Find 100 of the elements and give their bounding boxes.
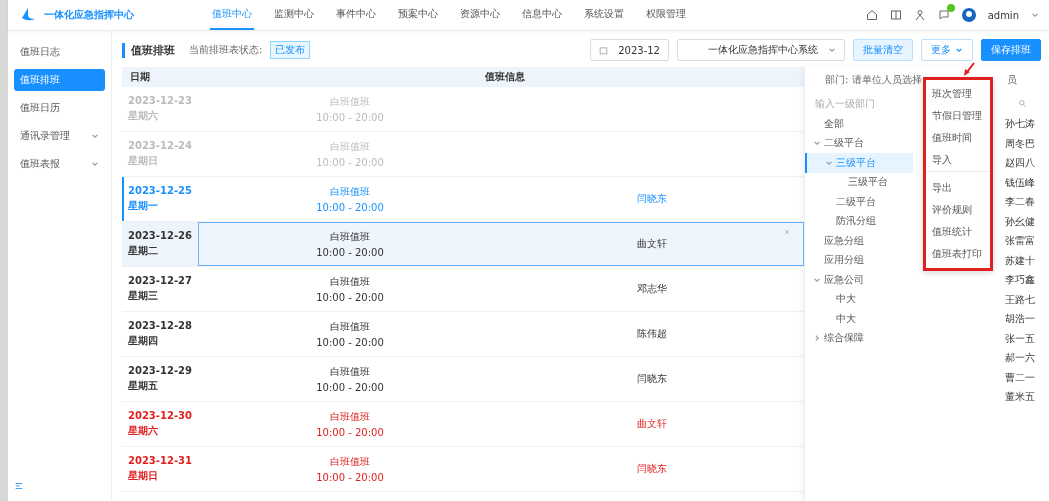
- tree-node[interactable]: 二级平台: [805, 133, 913, 153]
- sidebar-item[interactable]: 通讯录管理: [14, 125, 105, 147]
- nav-tab[interactable]: 信息中心: [520, 0, 564, 30]
- column-header: 值班信息: [484, 70, 525, 84]
- close-icon[interactable]: [783, 228, 791, 236]
- tree-node[interactable]: 中大: [805, 289, 913, 309]
- person-item[interactable]: 曹二一: [1005, 367, 1035, 387]
- person-item[interactable]: 李巧鑫: [1005, 270, 1035, 290]
- person-item[interactable]: 周冬巴: [1005, 133, 1035, 153]
- shift-time: 10:00 - 20:00: [316, 157, 384, 168]
- person-item[interactable]: 张雷富: [1005, 231, 1035, 251]
- person-item[interactable]: 赵四八: [1005, 153, 1035, 173]
- tree-node[interactable]: 三级平台: [805, 172, 913, 192]
- collapse-icon[interactable]: [14, 481, 24, 491]
- shift-time: 10:00 - 20:00: [316, 472, 384, 483]
- shift-name: 白班值班: [330, 365, 370, 379]
- shift-time: 10:00 - 20:00: [316, 337, 384, 348]
- date-text: 2023-12-31: [128, 455, 193, 466]
- person-item[interactable]: 胡浩一: [1005, 309, 1035, 329]
- menu-item[interactable]: 值班表打印: [926, 243, 990, 265]
- menu-item[interactable]: 导出: [926, 177, 990, 199]
- person-item[interactable]: 孙七涛: [1005, 114, 1035, 134]
- person-item[interactable]: 郝一六: [1005, 348, 1035, 368]
- menu-item[interactable]: 导入: [926, 149, 990, 172]
- shift-slot[interactable]: 白班值班 10:00 - 20:00 邓志华: [198, 267, 804, 311]
- person-name: 邓志华: [637, 282, 667, 296]
- menu-item[interactable]: 节假日管理: [926, 105, 990, 127]
- person-item[interactable]: 苏建十: [1005, 250, 1035, 270]
- shift-name: 白班值班: [330, 320, 370, 334]
- shift-slot[interactable]: 白班值班 10:00 - 20:00 曲文轩: [198, 402, 804, 446]
- tree-node[interactable]: 综合保障: [805, 328, 913, 348]
- weekday-text: 星期五: [128, 379, 159, 393]
- weekday-text: 星期六: [128, 424, 159, 438]
- person-item[interactable]: 钱伍峰: [1005, 172, 1035, 192]
- shift-name: 白班值班: [330, 230, 370, 244]
- shift-name: 白班值班: [330, 185, 370, 199]
- shift-name: 白班值班: [330, 275, 370, 289]
- page-title: 值班排班: [122, 42, 175, 58]
- shift-time: 10:00 - 20:00: [316, 202, 384, 213]
- date-text: 2023-12-26: [128, 230, 193, 241]
- nav-tab[interactable]: 资源中心: [458, 0, 502, 30]
- menu-item[interactable]: 班次管理: [926, 83, 990, 105]
- nav-tab[interactable]: 权限管理: [644, 0, 688, 30]
- person-item[interactable]: 孙幺健: [1005, 211, 1035, 231]
- nav-tab[interactable]: 预案中心: [396, 0, 440, 30]
- book-icon[interactable]: [889, 9, 902, 21]
- person-item[interactable]: 王路七: [1005, 289, 1035, 309]
- shift-slot[interactable]: 白班值班 10:00 - 20:00 陈伟超: [198, 312, 804, 356]
- user-icon[interactable]: [913, 9, 926, 21]
- nav-tab[interactable]: 事件中心: [334, 0, 378, 30]
- shift-name: 白班值班: [330, 410, 370, 424]
- shift-time: 10:00 - 20:00: [316, 292, 384, 303]
- menu-item[interactable]: 评价规则: [926, 199, 990, 221]
- status-label: 当前排班表状态:: [189, 43, 263, 57]
- shift-slot[interactable]: 白班值班 10:00 - 20:00 闫晓东: [198, 447, 804, 491]
- search-icon[interactable]: [1018, 99, 1027, 108]
- weekday-text: 星期六: [128, 109, 159, 123]
- sidebar-item[interactable]: 值班日志: [14, 41, 105, 63]
- person-name: 闫晓东: [637, 372, 667, 386]
- person-name: 曲文轩: [637, 417, 667, 431]
- picker-header-tail: 员: [1007, 73, 1017, 87]
- shift-slot[interactable]: 白班值班 10:00 - 20:00 曲文轩: [198, 222, 804, 266]
- tree-node[interactable]: 应急公司: [805, 270, 913, 290]
- shift-time: 10:00 - 20:00: [316, 382, 384, 393]
- menu-item[interactable]: 值班时间: [926, 127, 990, 149]
- tree-node[interactable]: 应用分组: [805, 250, 913, 270]
- sidebar-item[interactable]: 值班表报: [14, 153, 105, 175]
- person-item[interactable]: 李二春: [1005, 192, 1035, 212]
- date-text: 2023-12-24: [128, 140, 193, 151]
- unit-select[interactable]: 一体化应急指挥中心系统: [677, 39, 845, 61]
- date-text: 2023-12-25: [128, 185, 193, 196]
- date-text: 2023-12-23: [128, 95, 193, 106]
- tree-node[interactable]: 防汛分组: [805, 211, 913, 231]
- nav-tab[interactable]: 监测中心: [272, 0, 316, 30]
- status-tag: 已发布: [270, 41, 311, 59]
- sidebar-item[interactable]: 值班日历: [14, 97, 105, 119]
- month-field[interactable]: 2023-12: [590, 39, 669, 61]
- shift-time: 10:00 - 20:00: [316, 247, 384, 258]
- shift-slot[interactable]: 白班值班 10:00 - 20:00 闫晓东: [198, 357, 804, 401]
- tree-node[interactable]: 应急分组: [805, 231, 913, 251]
- avatar-icon[interactable]: [961, 8, 976, 22]
- shift-time: 10:00 - 20:00: [316, 427, 384, 438]
- column-header: 日期: [129, 70, 150, 84]
- nav-tab[interactable]: 系统设置: [582, 0, 626, 30]
- weekday-text: 星期日: [128, 154, 159, 168]
- caret-icon: [955, 46, 963, 54]
- weekday-text: 星期四: [128, 334, 159, 348]
- tree-node[interactable]: 全部: [805, 114, 913, 134]
- menu-item[interactable]: 值班统计: [926, 221, 990, 243]
- tree-node[interactable]: 二级平台: [805, 192, 913, 212]
- person-name: 闫晓东: [637, 192, 667, 206]
- user-name[interactable]: admin: [987, 9, 1019, 21]
- weekday-text: 星期二: [128, 244, 159, 258]
- weekday-text: 星期三: [128, 289, 159, 303]
- person-name: 陈伟超: [637, 327, 667, 341]
- person-item[interactable]: 董米五: [1005, 387, 1035, 407]
- person-item[interactable]: 张一五: [1005, 328, 1035, 348]
- home-icon[interactable]: [865, 9, 878, 21]
- chat-icon[interactable]: [937, 9, 950, 21]
- tree-node[interactable]: 中大: [805, 309, 913, 329]
